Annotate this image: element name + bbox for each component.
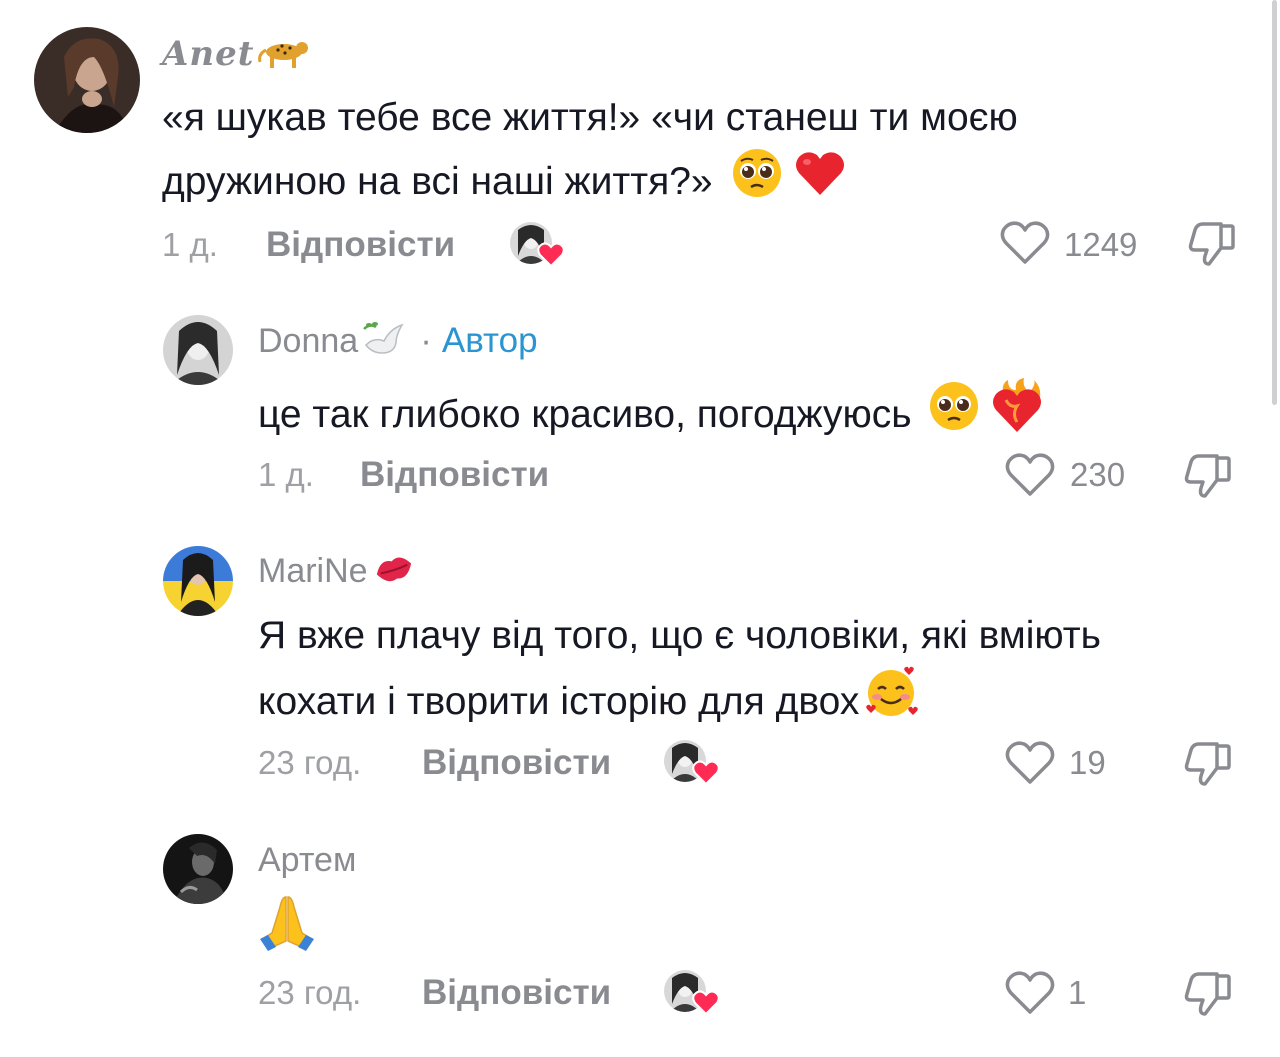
- comment-line-text: дружиною на всі наші життя?»: [162, 159, 713, 203]
- like-count: 230: [1070, 456, 1126, 493]
- avatar[interactable]: [163, 315, 233, 385]
- reply-button[interactable]: Відповісти: [266, 225, 455, 265]
- dislike-icon[interactable]: [1187, 220, 1237, 273]
- comment-line: кохати і творити історію для двох: [258, 665, 1258, 738]
- comment-meta: 1 д. Відповісти 1249: [162, 220, 1240, 268]
- comment-line: Я вже плачу від того, що є чоловіки, які…: [258, 614, 1101, 657]
- avatar[interactable]: [163, 834, 233, 904]
- creator-heart-icon: [692, 990, 720, 1021]
- like-icon[interactable]: [1005, 740, 1055, 791]
- smiling-face-with-hearts-icon: [863, 665, 919, 738]
- like-icon[interactable]: [1005, 970, 1055, 1021]
- creator-heart-icon: [692, 760, 720, 791]
- comment-meta: 23 год. Відповісти 1: [258, 968, 1240, 1018]
- username[interactable]: Donna: [258, 322, 358, 361]
- comment-text: це так глибоко красиво, погоджуюсь: [258, 378, 1248, 451]
- comment-text: «я шукав тебе все життя!» «чи станеш ти …: [162, 89, 1242, 216]
- reply-button[interactable]: Відповісти: [422, 743, 611, 783]
- like-count: 1: [1068, 974, 1087, 1011]
- folded-hands-icon: [258, 893, 316, 956]
- timestamp: 23 год.: [258, 744, 362, 781]
- like-count: 19: [1069, 744, 1106, 781]
- timestamp: 1 д.: [162, 226, 218, 263]
- comment-text: Я вже плачу від того, що є чоловіки, які…: [258, 607, 1258, 738]
- comment-line-text: кохати і творити історію для двох: [258, 679, 860, 723]
- avatar[interactable]: [34, 27, 140, 133]
- timestamp: 1 д.: [258, 456, 314, 493]
- comment-line-text: це так глибоко красиво, погоджуюсь: [258, 392, 912, 436]
- kiss-mark-icon: [372, 551, 416, 592]
- red-heart-icon: [793, 147, 847, 216]
- pleading-face-icon: [928, 380, 980, 449]
- comment-line: «я шукав тебе все життя!» «чи станеш ти …: [162, 96, 1018, 139]
- comment-meta: 23 год. Відповісти 19: [258, 738, 1240, 788]
- dove-icon: [360, 319, 406, 364]
- like-count: 1249: [1064, 226, 1138, 263]
- comment-text: [258, 893, 316, 956]
- username[interactable]: Anet: [162, 34, 254, 74]
- username[interactable]: Артем: [258, 841, 356, 880]
- author-badge: Автор: [441, 321, 538, 360]
- avatar[interactable]: [163, 546, 233, 616]
- pleading-face-icon: [731, 147, 783, 216]
- scrollbar[interactable]: [1272, 0, 1277, 405]
- dislike-icon[interactable]: [1183, 452, 1233, 505]
- dislike-icon[interactable]: [1183, 970, 1233, 1023]
- username-row: MariNe: [258, 548, 416, 594]
- like-icon[interactable]: [1005, 452, 1055, 503]
- username[interactable]: MariNe: [258, 552, 368, 591]
- reply-button[interactable]: Відповісти: [422, 973, 611, 1013]
- timestamp: 23 год.: [258, 974, 362, 1011]
- creator-heart-icon: [537, 242, 565, 273]
- like-icon[interactable]: [1000, 220, 1050, 271]
- comment-meta: 1 д. Відповісти 230: [258, 450, 1240, 498]
- separator: ·: [420, 321, 432, 360]
- reply-button[interactable]: Відповісти: [360, 455, 549, 495]
- comment-line: дружиною на всі наші життя?»: [162, 147, 1242, 216]
- username-row: Артем: [258, 837, 356, 883]
- username-row: Donna · Автор: [258, 318, 538, 364]
- leopard-icon: [258, 34, 310, 75]
- dislike-icon[interactable]: [1183, 740, 1233, 793]
- heart-on-fire-icon: [990, 378, 1044, 451]
- username-row: Anet: [162, 34, 310, 74]
